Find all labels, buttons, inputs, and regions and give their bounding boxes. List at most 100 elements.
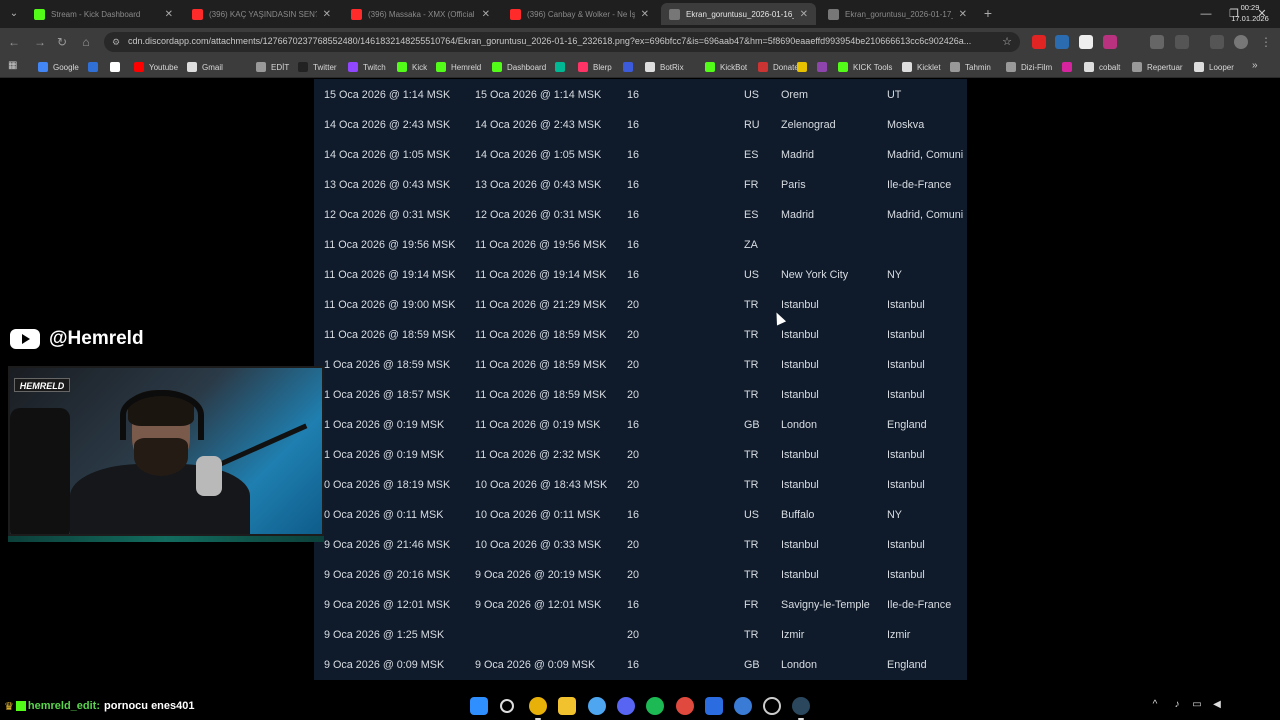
discord-icon[interactable]: [617, 697, 635, 715]
bookmark-label: KICK Tools: [853, 62, 893, 72]
microphone-icon[interactable]: ♪: [1170, 698, 1184, 712]
volume-icon[interactable]: ◀: [1210, 698, 1224, 712]
tab-close-icon[interactable]: ✕: [165, 9, 173, 20]
obs-icon[interactable]: [763, 697, 781, 715]
region-cell: Istanbul: [887, 329, 925, 341]
bookmark-item[interactable]: [623, 60, 638, 74]
tray-chevron-icon[interactable]: ^: [1148, 698, 1162, 712]
extension-icon[interactable]: [1032, 35, 1046, 49]
count-cell: 20: [627, 539, 640, 551]
minimize-icon[interactable]: —: [1198, 6, 1214, 22]
extension-icon[interactable]: [1103, 35, 1117, 49]
webcam-frame-accent: [8, 536, 324, 542]
home-icon[interactable]: ⌂: [78, 34, 94, 50]
bookmark-item[interactable]: KICK Tools: [838, 60, 892, 74]
table-row: 0 Oca 2026 @ 18:19 MSK 10 Oca 2026 @ 18:4…: [314, 470, 967, 500]
browser-tab[interactable]: Stream - Kick Dashboard ✕: [26, 3, 181, 25]
count-cell: 16: [627, 209, 640, 221]
windows-start-icon[interactable]: [470, 697, 488, 715]
tab-close-icon[interactable]: ✕: [959, 9, 967, 20]
tab-close-icon[interactable]: ✕: [641, 9, 649, 20]
browser-tab[interactable]: (396) Canbay & Wolker - Ne İş ✕: [502, 3, 657, 25]
forward-icon[interactable]: →: [32, 34, 48, 50]
bookmark-item[interactable]: Looper: [1194, 60, 1234, 74]
table-row: 9 Oca 2026 @ 20:16 MSK 9 Oca 2026 @ 20:19…: [314, 560, 967, 590]
bookmark-item[interactable]: Dizi-Film: [1006, 60, 1052, 74]
reload-icon[interactable]: ↻: [54, 34, 70, 50]
bookmark-item[interactable]: [797, 60, 812, 74]
bookmark-item[interactable]: KickBot: [705, 60, 747, 74]
steam-icon[interactable]: [792, 697, 810, 720]
clock[interactable]: 00:29 17.01.2026: [1226, 2, 1274, 24]
tab-close-icon[interactable]: ✕: [800, 9, 808, 20]
browser-tab[interactable]: (396) KAÇ YAŞINDASIN SEN? - ✕: [184, 3, 339, 25]
media-icon[interactable]: [1150, 35, 1164, 49]
bookmark-item[interactable]: BotRix: [645, 60, 684, 74]
search-icon[interactable]: [500, 699, 514, 713]
bookmark-item[interactable]: [1062, 60, 1077, 74]
profile-avatar[interactable]: [1234, 35, 1248, 49]
bookmark-favicon-icon: [1006, 62, 1016, 72]
bookmark-item[interactable]: [817, 60, 832, 74]
tab-close-icon[interactable]: ✕: [482, 9, 490, 20]
table-row: 9 Oca 2026 @ 12:01 MSK 9 Oca 2026 @ 12:01…: [314, 590, 967, 620]
chrome-profile-icon[interactable]: [588, 697, 606, 715]
spotify-icon[interactable]: [646, 697, 664, 715]
country-cell: RU: [744, 119, 760, 131]
bookmark-favicon-icon: [578, 62, 588, 72]
bookmark-item[interactable]: Twitter: [298, 60, 337, 74]
reading-list-icon[interactable]: [1210, 35, 1224, 49]
crown-icon: ♛: [4, 700, 14, 713]
network-icon[interactable]: ▭: [1190, 698, 1204, 712]
chrome-icon[interactable]: [529, 697, 547, 720]
bookmark-item[interactable]: Dashboard: [492, 60, 546, 74]
more-bookmarks-icon[interactable]: »: [1252, 60, 1258, 71]
country-cell: TR: [744, 299, 759, 311]
bookmark-item[interactable]: [555, 60, 570, 74]
back-icon[interactable]: ←: [6, 34, 22, 50]
browser-tab[interactable]: Ekran_goruntusu_2026-01-17_ ✕: [820, 3, 975, 25]
bookmark-item[interactable]: EDİT: [256, 60, 289, 74]
chrome-alt-icon[interactable]: [676, 697, 694, 715]
extension-icon[interactable]: [1055, 35, 1069, 49]
first-seen-cell: 12 Oca 2026 @ 0:31 MSK: [324, 209, 451, 221]
bookmark-item[interactable]: Kick: [397, 60, 427, 74]
apps-grid-icon[interactable]: ▦: [8, 60, 17, 71]
bookmark-item[interactable]: [110, 60, 125, 74]
extensions-puzzle-icon[interactable]: [1175, 35, 1189, 49]
bookmark-item[interactable]: Donate: [758, 60, 799, 74]
bookmark-item[interactable]: Repertuar: [1132, 60, 1183, 74]
bookmark-item[interactable]: Google: [38, 60, 79, 74]
tab-close-icon[interactable]: ✕: [323, 9, 331, 20]
browser-tab[interactable]: Ekran_goruntusu_2026-01-16_ ✕: [661, 3, 816, 25]
address-bar[interactable]: ⚙ cdn.discordapp.com/attachments/1276670…: [104, 32, 1020, 52]
bookmark-item[interactable]: Youtube: [134, 60, 178, 74]
bookmark-item[interactable]: [88, 60, 103, 74]
tab-search-icon[interactable]: ⌄: [6, 6, 22, 22]
table-row: 13 Oca 2026 @ 0:43 MSK 13 Oca 2026 @ 0:43…: [314, 170, 967, 200]
extension-icon[interactable]: [1079, 35, 1093, 49]
file-explorer-icon[interactable]: [558, 697, 576, 715]
bookmark-item[interactable]: Tahmin: [950, 60, 991, 74]
site-info-icon[interactable]: ⚙: [112, 36, 124, 48]
bookmark-star-icon[interactable]: ☆: [1002, 35, 1012, 48]
url-text[interactable]: cdn.discordapp.com/attachments/127667023…: [128, 36, 988, 46]
bookmark-label: Gmail: [202, 62, 223, 72]
new-tab-button[interactable]: +: [980, 5, 996, 21]
bookmark-item[interactable]: Hemreld: [436, 60, 481, 74]
bookmark-item[interactable]: cobalt: [1084, 60, 1120, 74]
bookmark-item[interactable]: Twitch: [348, 60, 386, 74]
bookmark-item[interactable]: Gmail: [187, 60, 223, 74]
bookmark-item[interactable]: Blerp: [578, 60, 612, 74]
browser-tab[interactable]: (396) Massaka - XMX (Official ✕: [343, 3, 498, 25]
bookmark-favicon-icon: [1132, 62, 1142, 72]
bookmark-item[interactable]: Kicklet: [902, 60, 941, 74]
last-seen-cell: 9 Oca 2026 @ 0:09 MSK: [475, 659, 596, 671]
browser-menu-icon[interactable]: ⋮: [1258, 34, 1274, 50]
app-icon[interactable]: [734, 697, 752, 715]
last-seen-cell: 10 Oca 2026 @ 0:11 MSK: [475, 509, 601, 521]
app-icon[interactable]: [705, 697, 723, 715]
tab-label: (396) KAÇ YAŞINDASIN SEN? -: [209, 9, 317, 19]
bookmark-favicon-icon: [758, 62, 768, 72]
first-seen-cell: 15 Oca 2026 @ 1:14 MSK: [324, 89, 451, 101]
